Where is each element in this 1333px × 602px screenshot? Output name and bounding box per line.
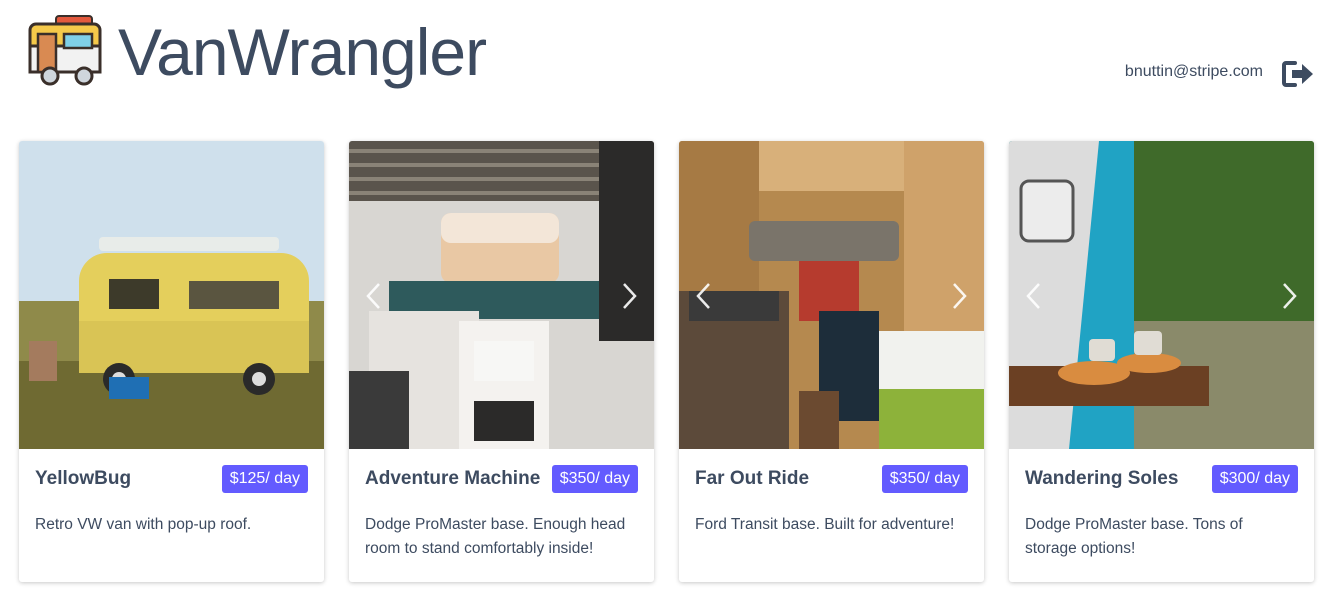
van-photo <box>679 141 984 449</box>
carousel-next[interactable] <box>616 281 642 311</box>
van-description: Retro VW van with pop-up roof. <box>35 516 252 533</box>
van-card-list: YellowBug $125/ day Retro VW van with po… <box>19 141 1314 582</box>
chevron-right-icon <box>953 283 967 309</box>
van-name: YellowBug <box>35 468 132 489</box>
chevron-right-icon <box>623 283 637 309</box>
price-badge: $350/ day <box>881 465 968 493</box>
van-card[interactable]: YellowBug $125/ day Retro VW van with po… <box>19 141 324 582</box>
price-badge: $300/ day <box>1211 465 1298 493</box>
carousel-prev[interactable] <box>361 281 387 311</box>
van-photo-carousel <box>349 141 654 449</box>
camper-van-logo-icon[interactable] <box>26 12 104 88</box>
header: VanWrangler bnuttin@stripe.com <box>0 0 1333 130</box>
user-email: bnuttin@stripe.com <box>1124 63 1263 80</box>
van-description: Ford Transit base. Built for adventure! <box>695 516 955 533</box>
carousel-prev[interactable] <box>691 281 717 311</box>
van-card[interactable]: Adventure Machine $350/ day Dodge ProMas… <box>349 141 654 582</box>
brand-title: VanWrangler <box>118 15 487 89</box>
van-photo <box>349 141 654 449</box>
price-badge: $125/ day <box>221 465 308 493</box>
chevron-left-icon <box>696 283 710 309</box>
van-card[interactable]: Wandering Soles $300/ day Dodge ProMaste… <box>1009 141 1314 582</box>
van-photo-carousel <box>19 141 324 449</box>
van-name: Wandering Soles <box>1025 468 1179 489</box>
van-description: Dodge ProMaster base. Tons of storage op… <box>1025 516 1243 557</box>
van-photo-carousel <box>1009 141 1314 449</box>
van-photo <box>1009 141 1314 449</box>
chevron-left-icon <box>366 283 380 309</box>
van-photo <box>19 141 324 449</box>
logout-icon[interactable] <box>1281 60 1315 88</box>
carousel-next[interactable] <box>1276 281 1302 311</box>
van-card[interactable]: Far Out Ride $350/ day Ford Transit base… <box>679 141 984 582</box>
van-photo-carousel <box>679 141 984 449</box>
carousel-next[interactable] <box>946 281 972 311</box>
van-description: Dodge ProMaster base. Enough head room t… <box>365 516 626 557</box>
van-name: Adventure Machine <box>365 468 541 489</box>
chevron-left-icon <box>1026 283 1040 309</box>
carousel-prev[interactable] <box>1021 281 1047 311</box>
chevron-right-icon <box>1283 283 1297 309</box>
price-badge: $350/ day <box>551 465 638 493</box>
van-name: Far Out Ride <box>695 468 810 489</box>
